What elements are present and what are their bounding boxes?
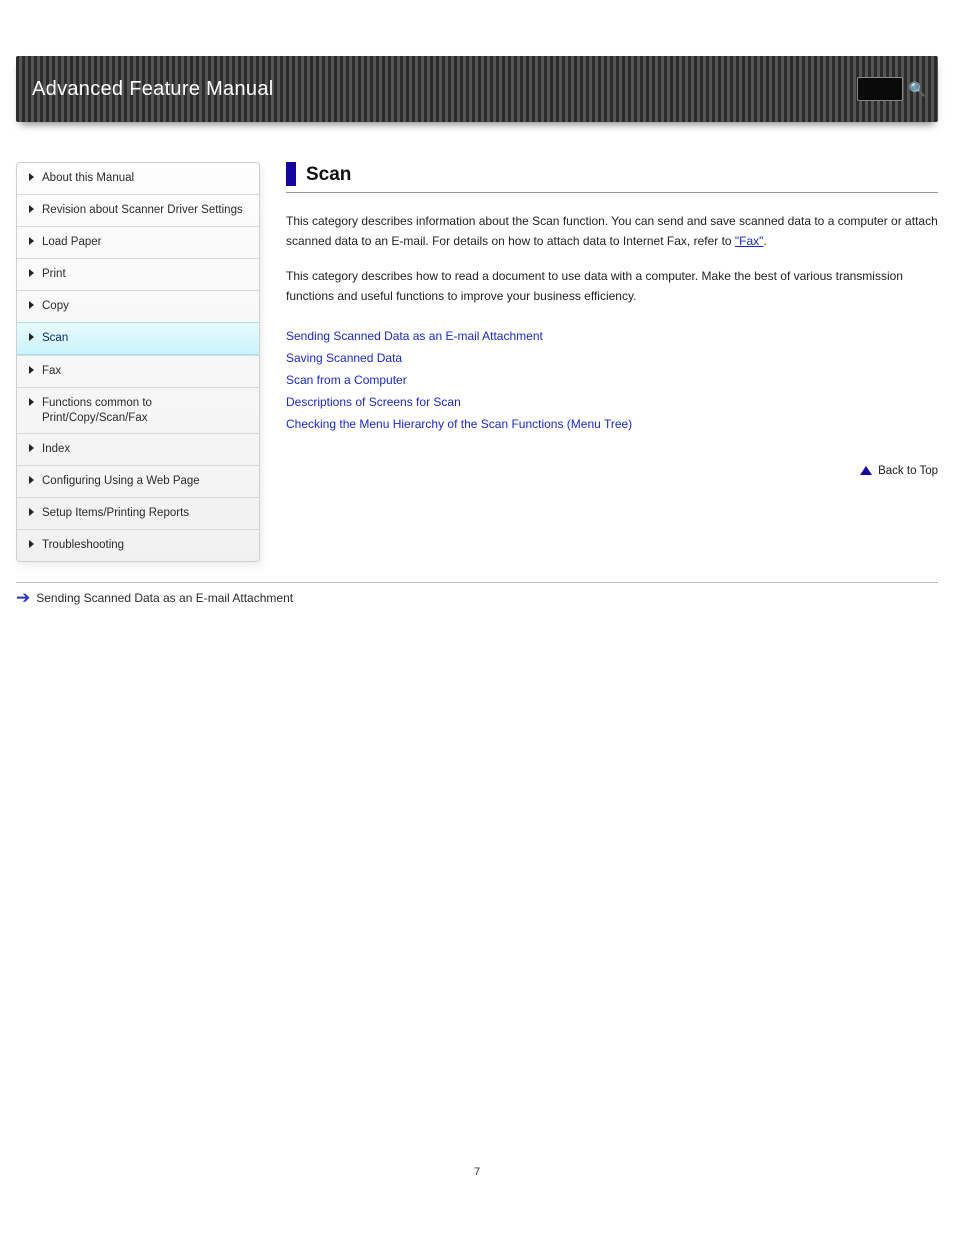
section-title-row: Scan xyxy=(286,162,938,186)
sidebar-item-label: Scan xyxy=(42,331,249,346)
intro-text-post: . xyxy=(763,234,766,248)
arrow-right-icon: ➔ xyxy=(16,589,30,606)
sidebar-item-load-paper[interactable]: Load Paper xyxy=(17,226,259,258)
topic-link[interactable]: Saving Scanned Data xyxy=(286,347,938,369)
main-content: Scan This category describes information… xyxy=(286,162,938,477)
sidebar-item-label: Load Paper xyxy=(42,235,249,250)
sidebar-item-label: About this Manual xyxy=(42,171,249,186)
search-icon[interactable]: 🔍 xyxy=(909,82,926,96)
header-banner: Advanced Feature Manual 🔍 xyxy=(16,56,938,122)
chevron-right-icon xyxy=(29,540,34,548)
topic-link[interactable]: Checking the Menu Hierarchy of the Scan … xyxy=(286,413,938,435)
sidebar-item-label: Copy xyxy=(42,299,249,314)
page-number: 7 xyxy=(16,1166,938,1178)
section-title-bar-icon xyxy=(286,162,296,186)
chevron-right-icon xyxy=(29,237,34,245)
chevron-right-icon xyxy=(29,398,34,406)
sidebar-item-common[interactable]: Functions common to Print/Copy/Scan/Fax xyxy=(17,387,259,434)
manual-title: Advanced Feature Manual xyxy=(32,78,274,101)
search-input[interactable] xyxy=(857,77,903,101)
sidebar-item-scan[interactable]: Scan xyxy=(17,322,259,355)
sidebar-item-label: Functions common to Print/Copy/Scan/Fax xyxy=(42,396,249,426)
sidebar-item-setup[interactable]: Setup Items/Printing Reports xyxy=(17,497,259,529)
chevron-right-icon xyxy=(29,508,34,516)
next-link-label: Sending Scanned Data as an E-mail Attach… xyxy=(36,591,293,605)
sidebar-item-label: Configuring Using a Web Page xyxy=(42,474,249,489)
chevron-right-icon xyxy=(29,444,34,452)
chevron-right-icon xyxy=(29,366,34,374)
sidebar-item-copy[interactable]: Copy xyxy=(17,290,259,322)
sidebar-item-about[interactable]: About this Manual xyxy=(17,163,259,194)
intro-paragraph: This category describes information abou… xyxy=(286,211,938,252)
chevron-right-icon xyxy=(29,333,34,341)
topic-links: Sending Scanned Data as an E-mail Attach… xyxy=(286,325,938,435)
chevron-right-icon xyxy=(29,301,34,309)
sidebar-item-label: Troubleshooting xyxy=(42,538,249,553)
sidebar-item-troubleshooting[interactable]: Troubleshooting xyxy=(17,529,259,561)
back-to-top-link[interactable]: Back to Top xyxy=(286,465,938,477)
chevron-right-icon xyxy=(29,269,34,277)
sidebar-item-fax[interactable]: Fax xyxy=(17,355,259,387)
sidebar-item-index[interactable]: Index xyxy=(17,433,259,465)
sidebar-item-label: Revision about Scanner Driver Settings xyxy=(42,203,249,218)
back-to-top-label: Back to Top xyxy=(878,465,938,477)
chevron-right-icon xyxy=(29,205,34,213)
topic-link[interactable]: Scan from a Computer xyxy=(286,369,938,391)
sidebar-item-label: Fax xyxy=(42,364,249,379)
content-row: About this Manual Revision about Scanner… xyxy=(16,162,938,562)
chevron-right-icon xyxy=(29,173,34,181)
fax-link[interactable]: "Fax" xyxy=(735,234,764,248)
topic-link[interactable]: Descriptions of Screens for Scan xyxy=(286,391,938,413)
section-divider xyxy=(286,192,938,193)
section-title: Scan xyxy=(306,162,351,186)
next-link[interactable]: ➔ Sending Scanned Data as an E-mail Atta… xyxy=(16,589,293,606)
intro-text-pre: This category describes information abou… xyxy=(286,214,938,248)
sidebar-item-label: Print xyxy=(42,267,249,282)
sidebar-item-revision[interactable]: Revision about Scanner Driver Settings xyxy=(17,194,259,226)
sidebar-item-print[interactable]: Print xyxy=(17,258,259,290)
sidebar: About this Manual Revision about Scanner… xyxy=(16,162,260,562)
needs-paragraph: This category describes how to read a do… xyxy=(286,266,938,307)
sidebar-item-webpage[interactable]: Configuring Using a Web Page xyxy=(17,465,259,497)
footer-nav: ➔ Sending Scanned Data as an E-mail Atta… xyxy=(16,582,938,606)
arrow-up-icon xyxy=(860,466,872,475)
search-group: 🔍 xyxy=(857,77,926,101)
sidebar-item-label: Index xyxy=(42,442,249,457)
chevron-right-icon xyxy=(29,476,34,484)
sidebar-item-label: Setup Items/Printing Reports xyxy=(42,506,249,521)
topic-link[interactable]: Sending Scanned Data as an E-mail Attach… xyxy=(286,325,938,347)
